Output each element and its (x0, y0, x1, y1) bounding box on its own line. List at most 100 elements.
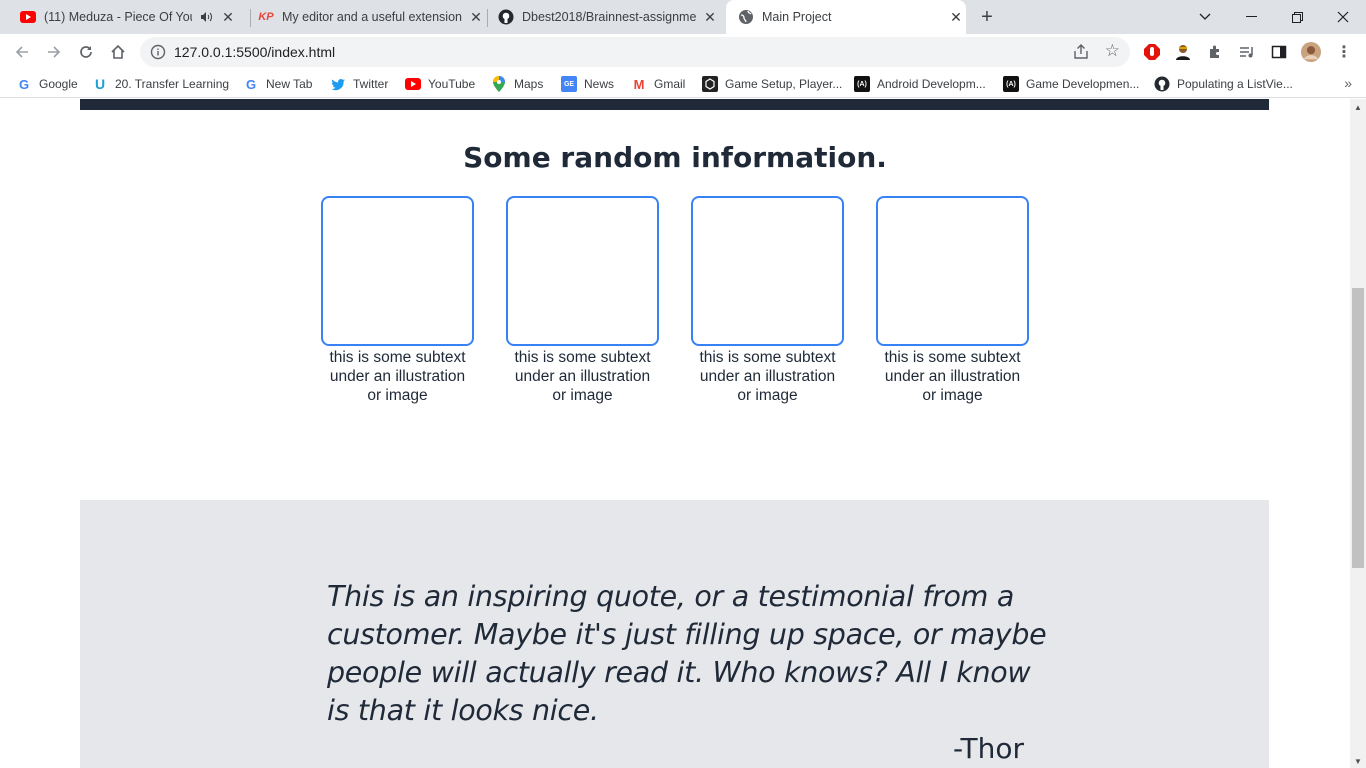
bookmark-label: Maps (514, 77, 544, 91)
bookmark-populating-listview[interactable]: Populating a ListVie... (1154, 75, 1293, 93)
illustration-placeholder (321, 196, 474, 346)
game-dev-icon: (A) (1003, 76, 1019, 92)
bookmark-label: Game Setup, Player... (725, 77, 843, 91)
close-icon[interactable]: ✕ (702, 9, 718, 25)
tab-github[interactable]: Dbest2018/Brainnest-assignment ✕ (490, 0, 726, 34)
github-icon (498, 9, 514, 25)
tab-strip: (11) Meduza - Piece Of Your ✕ KP My edit… (0, 0, 1366, 34)
bookmarks-bar: G Google U 20. Transfer Learning G New T… (0, 70, 1366, 98)
minimize-button[interactable] (1228, 0, 1274, 34)
bookmark-label: News (584, 77, 615, 91)
github-icon (1154, 76, 1170, 92)
tab-title: Main Project (762, 10, 832, 24)
info-icon[interactable] (150, 44, 166, 60)
close-icon[interactable]: ✕ (948, 9, 964, 25)
tab-title: (11) Meduza - Piece Of Your (44, 10, 192, 24)
bookmark-maps[interactable]: Maps (491, 75, 543, 93)
section-title: Some random information. (463, 141, 887, 174)
bookmark-game-setup[interactable]: Game Setup, Player... (702, 75, 842, 93)
bookmark-label: 20. Transfer Learning (115, 77, 230, 91)
home-button[interactable] (106, 40, 130, 64)
unity-icon (702, 76, 718, 92)
bookmark-gmail[interactable]: M Gmail (631, 75, 686, 93)
tab-meduza[interactable]: (11) Meduza - Piece Of Your ✕ (14, 0, 250, 34)
quote-author: -Thor (952, 732, 1024, 765)
bookmark-label: Gmail (654, 77, 686, 91)
bookmark-label: Android Developm... (877, 77, 986, 91)
android-dev-icon: (A) (854, 76, 870, 92)
tab-title: My editor and a useful extension (282, 10, 462, 24)
card-subtext: this is some subtext under an illustrati… (329, 349, 466, 404)
scroll-up-arrow-icon[interactable]: ▲ (1354, 103, 1362, 112)
tab-search-button[interactable] (1182, 0, 1228, 34)
bookmark-label: New Tab (266, 77, 313, 91)
tab-separator (487, 9, 488, 27)
profile-extension-icon[interactable] (1173, 42, 1193, 62)
scrollbar[interactable]: ▲ ▼ (1350, 99, 1366, 768)
side-panel-icon[interactable] (1269, 42, 1289, 62)
bookmark-label: Populating a ListVie... (1177, 77, 1293, 91)
card-subtext: this is some subtext under an illustrati… (699, 349, 836, 404)
audio-playing-icon[interactable] (198, 9, 214, 25)
bookmark-android-dev[interactable]: (A) Android Developm... (854, 75, 986, 93)
bookmark-star-icon[interactable]: ☆ (1105, 41, 1120, 61)
illustration-placeholder (506, 196, 659, 346)
card-subtext: this is some subtext under an illustrati… (514, 349, 651, 404)
scroll-thumb[interactable] (1352, 288, 1364, 568)
google-icon: G (245, 76, 257, 92)
close-icon[interactable]: ✕ (468, 9, 484, 25)
tab-my-editor[interactable]: KP My editor and a useful extension ✕ (252, 0, 486, 34)
illustration-placeholder (691, 196, 844, 346)
bookmark-new-tab[interactable]: G New Tab (243, 75, 313, 93)
udemy-icon: U (94, 76, 106, 92)
youtube-icon (405, 76, 421, 92)
twitter-icon (330, 76, 346, 92)
menu-kebab-icon[interactable]: ⋮ (1334, 42, 1354, 62)
adblock-extension-icon[interactable] (1142, 42, 1162, 62)
info-card: this is some subtext under an illustrati… (876, 196, 1029, 405)
close-icon[interactable]: ✕ (220, 9, 236, 25)
scroll-down-arrow-icon[interactable]: ▼ (1354, 757, 1362, 766)
media-control-icon[interactable] (1237, 42, 1257, 62)
info-card: this is some subtext under an illustrati… (321, 196, 474, 405)
bookmark-news[interactable]: GE News (561, 75, 614, 93)
gmail-icon: M (633, 76, 645, 92)
new-tab-button[interactable]: + (977, 7, 997, 28)
info-card: this is some subtext under an illustrati… (691, 196, 844, 405)
bookmark-label: YouTube (428, 77, 476, 91)
quote-section: This is an inspiring quote, or a testimo… (80, 500, 1269, 768)
kp-icon: KP (258, 11, 274, 23)
bookmark-label: Google (39, 77, 78, 91)
back-button[interactable] (10, 40, 34, 64)
forward-button[interactable] (42, 40, 66, 64)
info-card: this is some subtext under an illustrati… (506, 196, 659, 405)
more-bookmarks-icon[interactable]: » (1344, 75, 1352, 91)
bookmark-game-dev[interactable]: (A) Game Developmen... (1003, 75, 1139, 93)
illustration-placeholder (876, 196, 1029, 346)
news-icon: GE (561, 76, 577, 92)
card-subtext: this is some subtext under an illustrati… (884, 349, 1021, 404)
testimonial-quote: This is an inspiring quote, or a testimo… (327, 580, 1047, 727)
bookmark-google[interactable]: G Google (16, 75, 78, 93)
extensions-puzzle-icon[interactable] (1205, 42, 1225, 62)
address-bar[interactable]: 127.0.0.1:5500/index.html ☆ (140, 37, 1130, 67)
maps-icon (491, 76, 507, 92)
restore-button[interactable] (1274, 0, 1320, 34)
tab-title: Dbest2018/Brainnest-assignment (522, 10, 696, 24)
bookmark-label: Game Developmen... (1026, 77, 1140, 91)
page-viewport: Some random information. this is some su… (0, 99, 1350, 768)
bookmark-transfer-learning[interactable]: U 20. Transfer Learning (92, 75, 229, 93)
info-cards: this is some subtext under an illustrati… (321, 196, 1029, 405)
bookmark-label: Twitter (353, 77, 389, 91)
url-text: 127.0.0.1:5500/index.html (174, 44, 336, 60)
close-window-button[interactable] (1320, 0, 1366, 34)
tab-separator (250, 9, 251, 27)
youtube-icon (20, 9, 36, 25)
bookmark-youtube[interactable]: YouTube (405, 75, 475, 93)
tab-main-project[interactable]: Main Project ✕ (726, 0, 966, 34)
browser-toolbar: 127.0.0.1:5500/index.html ☆ ⋮ (0, 34, 1366, 70)
reload-button[interactable] (74, 40, 98, 64)
bookmark-twitter[interactable]: Twitter (330, 75, 388, 93)
avatar[interactable] (1301, 42, 1321, 62)
share-icon[interactable] (1072, 43, 1090, 61)
